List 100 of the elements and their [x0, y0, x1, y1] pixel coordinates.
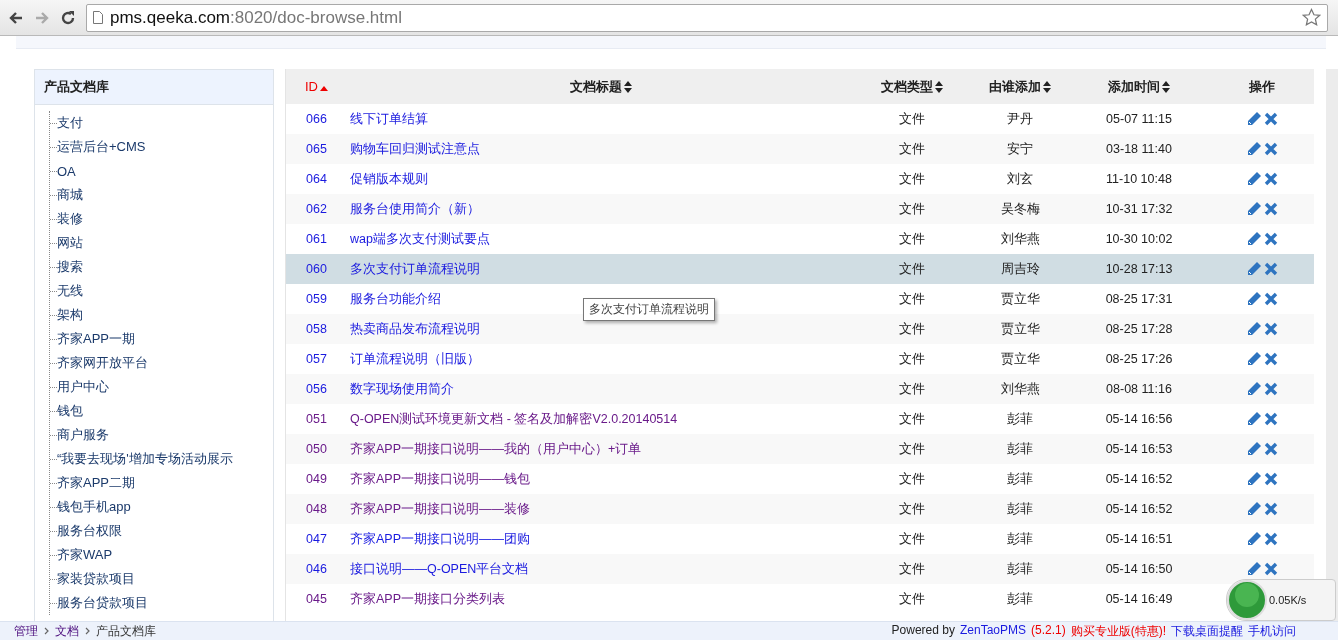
- doc-title-link[interactable]: 服务台功能介绍: [350, 291, 441, 306]
- delete-icon[interactable]: [1264, 502, 1278, 516]
- edit-icon[interactable]: [1246, 291, 1262, 307]
- tree-item[interactable]: 装修: [57, 210, 83, 228]
- bookmark-star-icon[interactable]: [1302, 8, 1321, 27]
- doc-id-link[interactable]: 066: [306, 112, 327, 126]
- doc-title-link[interactable]: 线下订单结算: [350, 111, 428, 126]
- edit-icon[interactable]: [1246, 201, 1262, 217]
- doc-title-link[interactable]: 热卖商品发布流程说明: [350, 321, 480, 336]
- scrollbar[interactable]: [1326, 69, 1338, 622]
- delete-icon[interactable]: [1264, 112, 1278, 126]
- tree-item[interactable]: 钱包手机app: [57, 498, 131, 516]
- delete-icon[interactable]: [1264, 562, 1278, 576]
- doc-id-link[interactable]: 059: [306, 292, 327, 306]
- edit-icon[interactable]: [1246, 501, 1262, 517]
- doc-title-link[interactable]: 购物车回归测试注意点: [350, 141, 480, 156]
- sort-icon[interactable]: [1162, 81, 1170, 94]
- doc-id-link[interactable]: 046: [306, 562, 327, 576]
- doc-title-link[interactable]: 接口说明——Q-OPEN平台文档: [350, 561, 529, 576]
- tree-item[interactable]: 齐家APP一期: [57, 330, 135, 348]
- edit-icon[interactable]: [1246, 261, 1262, 277]
- delete-icon[interactable]: [1264, 472, 1278, 486]
- doc-id-link[interactable]: 056: [306, 382, 327, 396]
- delete-icon[interactable]: [1264, 262, 1278, 276]
- delete-icon[interactable]: [1264, 382, 1278, 396]
- delete-icon[interactable]: [1264, 172, 1278, 186]
- doc-title-link[interactable]: 数字现场使用简介: [350, 381, 454, 396]
- delete-icon[interactable]: [1264, 442, 1278, 456]
- edit-icon[interactable]: [1246, 321, 1262, 337]
- doc-title-link[interactable]: 齐家APP一期接口说明——钱包: [350, 471, 530, 486]
- delete-icon[interactable]: [1264, 412, 1278, 426]
- reload-icon[interactable]: [60, 9, 76, 26]
- column-header[interactable]: 文档类型: [852, 69, 972, 104]
- tree-item[interactable]: 齐家网开放平台: [57, 354, 148, 372]
- edit-icon[interactable]: [1246, 561, 1262, 577]
- sort-icon[interactable]: [1043, 81, 1051, 94]
- doc-id-link[interactable]: 060: [306, 262, 327, 276]
- delete-icon[interactable]: [1264, 292, 1278, 306]
- delete-icon[interactable]: [1264, 232, 1278, 246]
- doc-title-link[interactable]: 齐家APP一期接口说明——团购: [350, 531, 530, 546]
- doc-id-link[interactable]: 050: [306, 442, 327, 456]
- doc-title-link[interactable]: wap端多次支付测试要点: [350, 231, 490, 246]
- sort-up-icon[interactable]: [320, 84, 328, 91]
- doc-title-link[interactable]: 齐家APP一期接口分类列表: [350, 591, 505, 606]
- doc-id-link[interactable]: 061: [306, 232, 327, 246]
- doc-id-link[interactable]: 062: [306, 202, 327, 216]
- delete-icon[interactable]: [1264, 352, 1278, 366]
- doc-title-link[interactable]: 齐家APP一期接口说明——装修: [350, 501, 530, 516]
- edit-icon[interactable]: [1246, 231, 1262, 247]
- tree-item[interactable]: 用户中心: [57, 378, 109, 396]
- doc-id-link[interactable]: 065: [306, 142, 327, 156]
- edit-icon[interactable]: [1246, 111, 1262, 127]
- doc-title-link[interactable]: 多次支付订单流程说明: [350, 261, 480, 276]
- doc-id-link[interactable]: 051: [306, 412, 327, 426]
- doc-title-link[interactable]: 服务台使用简介（新）: [350, 201, 480, 216]
- edit-icon[interactable]: [1246, 531, 1262, 547]
- delete-icon[interactable]: [1264, 322, 1278, 336]
- doc-id-link[interactable]: 049: [306, 472, 327, 486]
- edit-icon[interactable]: [1246, 171, 1262, 187]
- breadcrumb-link[interactable]: 管理: [14, 622, 38, 640]
- product-link[interactable]: ZenTaoPMS: [959, 622, 1026, 640]
- speed-ball-icon[interactable]: [1227, 580, 1267, 620]
- tree-item[interactable]: 运营后台+CMS: [57, 138, 146, 156]
- tree-item[interactable]: 无线: [57, 282, 83, 300]
- edit-icon[interactable]: [1246, 441, 1262, 457]
- edit-icon[interactable]: [1246, 381, 1262, 397]
- tree-item[interactable]: 服务台贷款项目: [57, 594, 148, 612]
- delete-icon[interactable]: [1264, 142, 1278, 156]
- mobile-link[interactable]: 手机访问: [1248, 622, 1296, 640]
- column-header[interactable]: 文档标题: [350, 69, 852, 104]
- doc-id-link[interactable]: 048: [306, 502, 327, 516]
- tree-item[interactable]: 钱包: [57, 402, 83, 420]
- column-header[interactable]: 由谁添加: [972, 69, 1068, 104]
- edit-icon[interactable]: [1246, 471, 1262, 487]
- breadcrumb-link[interactable]: 文档: [55, 622, 79, 640]
- doc-id-link[interactable]: 064: [306, 172, 327, 186]
- tree-item[interactable]: 家装贷款项目: [57, 570, 135, 588]
- tree-item[interactable]: 搜索: [57, 258, 83, 276]
- edit-icon[interactable]: [1246, 141, 1262, 157]
- tree-item[interactable]: OA: [57, 163, 76, 179]
- tree-item[interactable]: 齐家WAP: [57, 546, 113, 564]
- download-link[interactable]: 下载桌面提醒: [1171, 622, 1243, 640]
- back-icon[interactable]: [8, 9, 24, 26]
- address-bar[interactable]: pms.qeeka.com:8020/doc-browse.html: [86, 3, 1328, 32]
- tree-item[interactable]: “我要去现场'增加专场活动展示: [57, 450, 233, 468]
- doc-title-link[interactable]: Q-OPEN测试环境更新文档 - 签名及加解密V2.0.20140514: [350, 411, 678, 426]
- delete-icon[interactable]: [1264, 202, 1278, 216]
- tree-item[interactable]: 支付: [57, 114, 83, 132]
- delete-icon[interactable]: [1264, 532, 1278, 546]
- sort-icon[interactable]: [624, 81, 632, 94]
- tree-item[interactable]: 网站: [57, 234, 83, 252]
- sort-icon[interactable]: [935, 81, 943, 94]
- tree-item[interactable]: 商户服务: [57, 426, 109, 444]
- tree-item[interactable]: 商城: [57, 186, 83, 204]
- edit-icon[interactable]: [1246, 351, 1262, 367]
- doc-id-link[interactable]: 047: [306, 532, 327, 546]
- tree-item[interactable]: 服务台权限: [57, 522, 122, 540]
- column-header[interactable]: 添加时间: [1068, 69, 1210, 104]
- tree-item[interactable]: 齐家APP二期: [57, 474, 135, 492]
- column-header[interactable]: ID: [286, 69, 350, 104]
